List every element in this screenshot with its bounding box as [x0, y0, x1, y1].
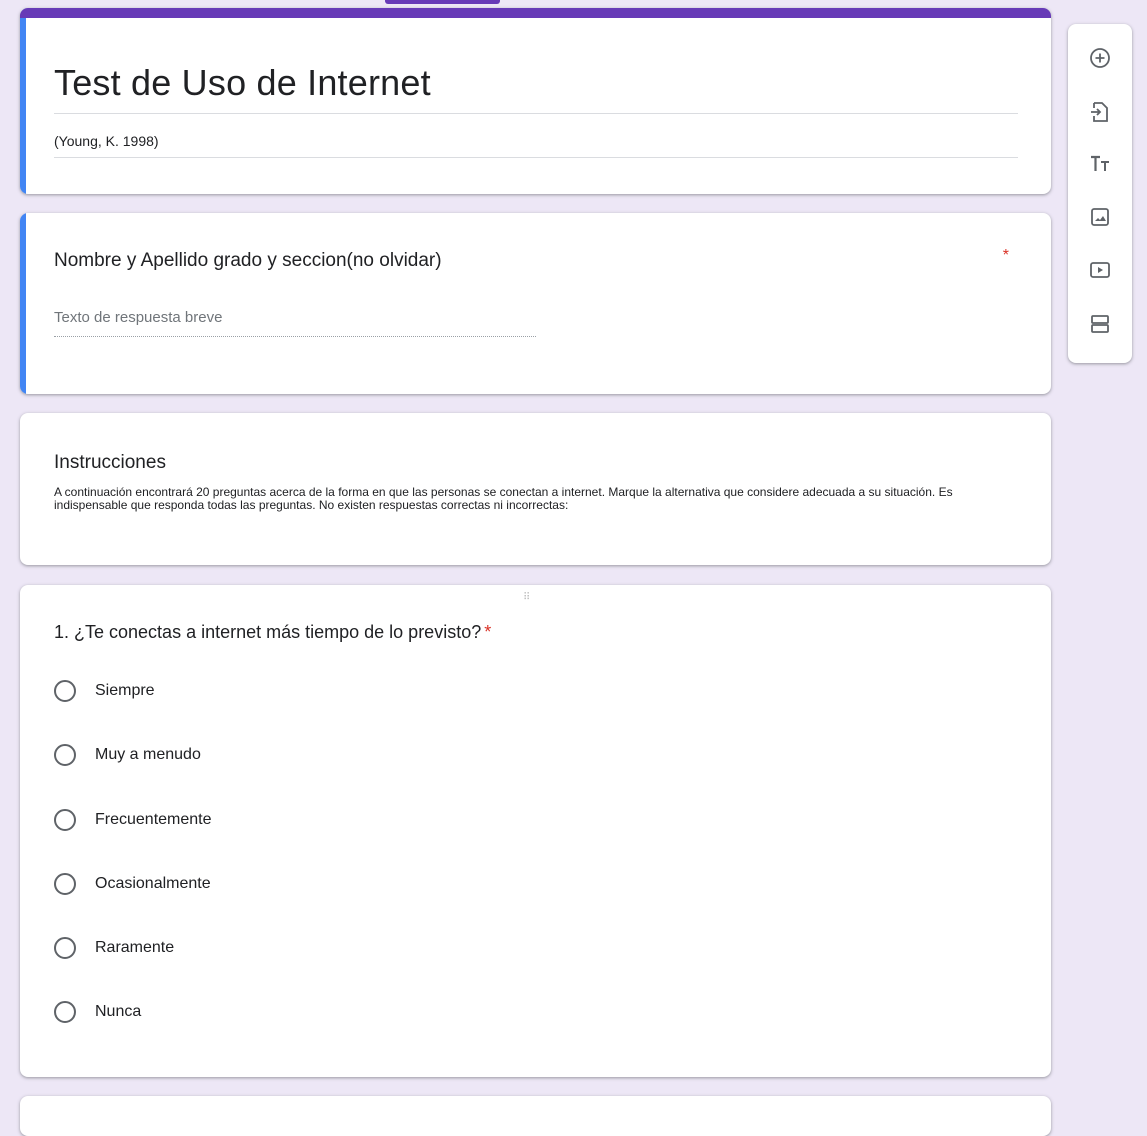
radio-button[interactable] [54, 808, 76, 831]
description-underline [54, 157, 1018, 158]
question-title[interactable]: 1. ¿Te conectas a internet más tiempo de… [54, 622, 491, 643]
question-title[interactable]: Nombre y Apellido grado y seccion(no olv… [54, 250, 442, 272]
radio-button[interactable] [54, 744, 76, 767]
import-questions-icon[interactable] [1088, 100, 1112, 124]
radio-button[interactable] [54, 680, 76, 702]
floating-toolbar [1068, 24, 1132, 363]
theme-bar [20, 8, 1051, 18]
section-instructions-card[interactable]: Instrucciones A continuación encontrará … [20, 413, 1051, 565]
question-card-2[interactable] [20, 1096, 1051, 1136]
question-card-1[interactable]: ⠿ 1. ¿Te conectas a internet más tiempo … [20, 585, 1051, 1077]
tab-indicator [385, 0, 500, 4]
short-answer-field[interactable]: Texto de respuesta breve [54, 309, 536, 337]
add-section-icon[interactable] [1088, 312, 1112, 336]
form-title-card[interactable]: Test de Uso de Internet (Young, K. 1998) [20, 8, 1051, 194]
drag-handle-icon[interactable]: ⠿ [523, 592, 531, 603]
option-label: Siempre [95, 682, 155, 699]
add-image-icon[interactable] [1088, 205, 1112, 229]
add-video-icon[interactable] [1088, 258, 1112, 282]
question-text: 1. ¿Te conectas a internet más tiempo de… [54, 622, 482, 642]
option-label: Raramente [95, 939, 175, 957]
required-indicator: * [1002, 247, 1009, 264]
add-title-icon[interactable] [1088, 152, 1112, 176]
add-question-icon[interactable] [1088, 46, 1112, 70]
form-title[interactable]: Test de Uso de Internet [54, 62, 431, 104]
section-title[interactable]: Instrucciones [54, 452, 166, 474]
title-underline [54, 113, 1018, 114]
option-label: Nunca [95, 1003, 142, 1021]
option-label: Ocasionalmente [95, 874, 211, 892]
required-indicator: * [484, 622, 492, 642]
radio-button[interactable] [54, 937, 76, 960]
radio-button[interactable] [54, 1001, 76, 1024]
radio-button[interactable] [54, 872, 76, 895]
question-card-name[interactable]: Nombre y Apellido grado y seccion(no olv… [20, 213, 1051, 394]
section-description[interactable]: A continuación encontrará 20 preguntas a… [54, 486, 1014, 512]
option-label: Muy a menudo [95, 746, 201, 764]
form-description[interactable]: (Young, K. 1998) [54, 133, 159, 149]
option-label: Frecuentemente [95, 810, 212, 828]
